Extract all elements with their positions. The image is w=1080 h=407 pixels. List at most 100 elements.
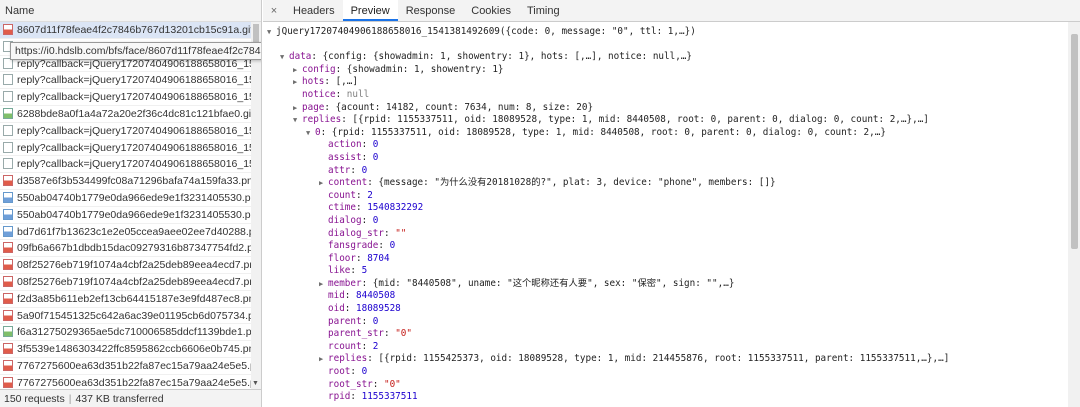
request-row[interactable]: 09fb6a667b1dbdb15dac09279316b87347754fd2…: [0, 240, 261, 258]
tree-line: root_str: "0": [263, 379, 1068, 392]
json-value: 0: [372, 139, 379, 151]
json-key: member: [328, 277, 362, 289]
network-status-bar: 150 requests | 437 KB transferred: [0, 389, 261, 407]
request-row[interactable]: reply?callback=jQuery1720740490618865801…: [0, 140, 261, 157]
request-row[interactable]: 550ab04740b1779e0da966ede9e1f3231405530.…: [0, 190, 261, 207]
json-key: like: [328, 265, 351, 277]
tab-headers[interactable]: Headers: [285, 0, 343, 21]
request-row[interactable]: 3f5539e1486303422ffc8595862ccb6606e0b745…: [0, 341, 261, 358]
request-row[interactable]: bd7d61f7b13623c1e2e05ccea9aee02ee7d40288…: [0, 224, 261, 241]
json-key: config: [302, 63, 336, 75]
json-value: 8440508: [356, 290, 396, 302]
request-name: 550ab04740b1779e0da966ede9e1f3231405530.…: [17, 191, 261, 204]
json-key: fansgrade: [328, 240, 379, 252]
tab-preview[interactable]: Preview: [342, 0, 398, 21]
tree-line: dialog: 0: [263, 215, 1068, 228]
tree-line[interactable]: ▼ replies: [{rpid: 1155337511, oid: 18089…: [263, 114, 1068, 127]
json-text: : {acount: 14182, count: 7634, num: 8, s…: [324, 101, 594, 113]
expand-triangle-right-icon[interactable]: ▶: [293, 102, 302, 115]
expand-triangle-right-icon[interactable]: ▶: [319, 353, 328, 366]
request-name: 8607d11f78feae4f2c7846b767d13201cb15c91a…: [17, 24, 254, 36]
request-row[interactable]: 5a90f715451325c642a6ac39e01195cb6d075734…: [0, 308, 261, 325]
request-row[interactable]: f6a31275029365ae5dc710006585ddcf1139bde1…: [0, 324, 261, 342]
expand-triangle-right-icon[interactable]: ▶: [293, 64, 302, 77]
json-text: : {showadmin: 1, showentry: 1}: [335, 63, 504, 75]
expand-triangle-down-icon[interactable]: ▼: [306, 127, 315, 140]
tree-line[interactable]: ▶ config: {showadmin: 1, showentry: 1}: [263, 64, 1068, 77]
request-row[interactable]: 8607d11f78feae4f2c7846b767d13201cb15c91a…: [0, 22, 261, 39]
request-row[interactable]: 08f25276eb719f1074a4cbf2a25deb89eea4ecd7…: [0, 274, 261, 291]
request-row[interactable]: d3587e6f3b534499fc08a71296bafa74a159fa33…: [0, 173, 261, 190]
tree-line: attr: 0: [263, 165, 1068, 178]
request-row[interactable]: reply?callback=jQuery1720740490618865801…: [0, 156, 261, 174]
tree-line[interactable]: ▼ 0: {rpid: 1155337511, oid: 18089528, ty…: [263, 127, 1068, 140]
tree-line[interactable]: ▶ hots: [,…]: [263, 76, 1068, 89]
tree-line[interactable]: ▶ page: {acount: 14182, count: 7634, num:…: [263, 102, 1068, 115]
request-name: 550ab04740b1779e0da966ede9e1f3231405530.…: [17, 208, 261, 221]
tree-line[interactable]: ▶ member: {mid: "8440508", uname: "这个昵称还有…: [263, 278, 1068, 291]
request-name: 7767275600ea63d351b22fa87ec15a79aa24e5e5…: [17, 376, 261, 389]
json-value: "0": [383, 378, 401, 390]
tree-line[interactable]: ▼ data: {config: {showadmin: 1, showentry…: [263, 51, 1068, 64]
scroll-down-arrow-icon[interactable]: ▼: [252, 380, 259, 387]
expand-triangle-down-icon[interactable]: ▼: [293, 114, 302, 127]
expand-triangle-down-icon[interactable]: ▼: [267, 26, 276, 39]
tree-line[interactable]: ▶ content: {message: "为什么没有20181028的?", p…: [263, 177, 1068, 190]
json-key: data: [289, 51, 312, 63]
json-value: 0: [361, 366, 368, 378]
request-row[interactable]: reply?callback=jQuery1720740490618865801…: [0, 72, 261, 90]
tree-line: oid: 18089528: [263, 303, 1068, 316]
expand-triangle-right-icon[interactable]: ▶: [319, 278, 328, 291]
tree-line: parent_str: "0": [263, 328, 1068, 341]
image-file-icon: [3, 376, 13, 388]
tree-line[interactable]: ▶ replies: [{rpid: 1155425373, oid: 18089…: [263, 353, 1068, 366]
json-value: 0: [372, 315, 379, 327]
request-row[interactable]: 7767275600ea63d351b22fa87ec15a79aa24e5e5…: [0, 375, 261, 389]
request-row[interactable]: 550ab04740b1779e0da966ede9e1f3231405530.…: [0, 207, 261, 224]
expand-triangle-right-icon[interactable]: ▶: [319, 177, 328, 190]
json-text: :: [356, 189, 368, 201]
scrollbar-thumb[interactable]: [253, 24, 259, 44]
image-file-icon: [3, 259, 13, 271]
request-row[interactable]: reply?callback=jQuery1720740490618865801…: [0, 123, 261, 140]
preview-scrollbar[interactable]: [1068, 22, 1080, 407]
json-text: :: [383, 328, 396, 340]
image-file-icon: [3, 107, 13, 119]
expand-triangle-right-icon[interactable]: ▶: [293, 76, 302, 89]
request-name: reply?callback=jQuery1720740490618865801…: [17, 141, 261, 154]
tab-response[interactable]: Response: [398, 0, 464, 21]
tree-line[interactable]: ▼ jQuery17207404906188658016_154138149260…: [263, 26, 1068, 39]
status-divider: |: [68, 393, 72, 405]
close-icon[interactable]: ×: [263, 0, 285, 21]
request-name: d3587e6f3b534499fc08a71296bafa74a159fa33…: [17, 175, 261, 188]
network-request-panel: Name 8607d11f78feae4f2c7846b767d13201cb1…: [0, 0, 262, 407]
json-key: action: [328, 139, 362, 151]
tree-line: rpid: 1155337511: [263, 391, 1068, 404]
request-name: 6288bde8a0f1a4a72a20e2f36c4dc81c121bfae0…: [17, 107, 255, 120]
json-key: parent_str: [328, 328, 384, 340]
json-text: : {message: "为什么没有20181028的?", plat: 3, …: [367, 177, 776, 189]
tree-line: mid: 8440508: [263, 290, 1068, 303]
json-text: : {mid: "8440508", uname: "这个昵称还有人要", se…: [361, 277, 735, 289]
request-list-scrollbar[interactable]: ▼: [251, 22, 261, 389]
request-row[interactable]: 7767275600ea63d351b22fa87ec15a79aa24e5e5…: [0, 358, 261, 375]
image-file-icon: [3, 359, 13, 371]
transferred-size: 437 KB transferred: [75, 393, 164, 405]
tree-line: parent: 0: [263, 316, 1068, 329]
scrollbar-thumb[interactable]: [1071, 34, 1078, 249]
request-row[interactable]: f2d3a85b611eb2ef13cb64415187e3e9fd487ec8…: [0, 291, 261, 308]
tab-timing[interactable]: Timing: [519, 0, 568, 21]
request-row[interactable]: reply?callback=jQuery1720740490618865801…: [0, 89, 261, 106]
request-row[interactable]: 6288bde8a0f1a4a72a20e2f36c4dc81c121bfae0…: [0, 106, 261, 123]
tab-cookies[interactable]: Cookies: [463, 0, 519, 21]
tree-line: floor: 8704: [263, 253, 1068, 266]
json-text: :: [361, 151, 373, 163]
document-icon: [3, 91, 13, 103]
json-key: rpid: [328, 391, 351, 403]
name-column-header[interactable]: Name: [0, 0, 261, 22]
request-row[interactable]: 08f25276eb719f1074a4cbf2a25deb89eea4ecd7…: [0, 257, 261, 274]
json-key: mid: [328, 290, 345, 302]
tree-line: count: 2: [263, 190, 1068, 203]
document-icon: [3, 124, 13, 136]
expand-triangle-down-icon[interactable]: ▼: [280, 51, 289, 64]
